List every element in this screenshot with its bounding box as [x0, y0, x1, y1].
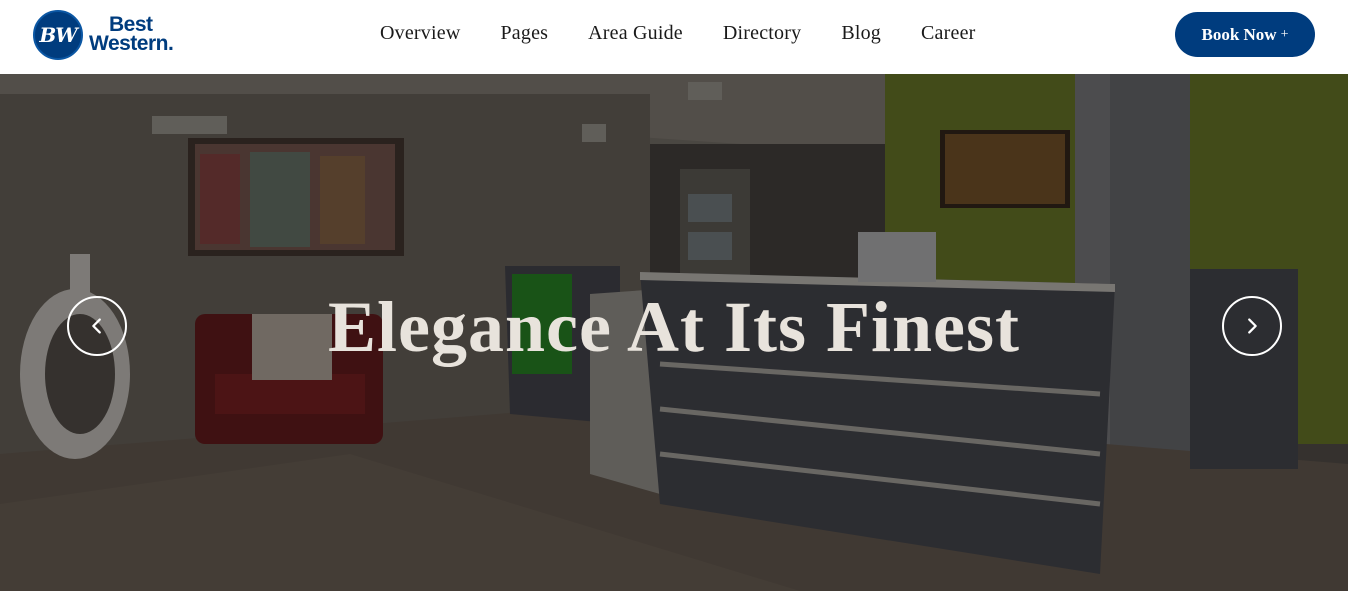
nav-directory[interactable]: Directory [723, 22, 801, 45]
nav-area-guide[interactable]: Area Guide [588, 22, 683, 45]
nav-pages[interactable]: Pages [500, 22, 548, 45]
slider-next-button[interactable] [1222, 296, 1282, 356]
hero-slider: Elegance At Its Finest [0, 74, 1348, 591]
hero-title: Elegance At Its Finest [328, 287, 1020, 367]
logo-wordmark: Best Western. [89, 14, 174, 55]
chevron-right-icon [1248, 318, 1257, 334]
nav-overview[interactable]: Overview [380, 22, 460, 45]
nav-career[interactable]: Career [921, 22, 976, 45]
logo-mark: BW [39, 23, 77, 47]
book-now-button[interactable]: Book Now + [1175, 12, 1315, 57]
nav-blog[interactable]: Blog [841, 22, 881, 45]
slider-prev-button[interactable] [67, 296, 127, 356]
logo[interactable]: BW Best Western. [33, 10, 193, 60]
logo-text-line2: Western. [89, 32, 174, 55]
site-header: BW Best Western. Overview Pages Area Gui… [0, 0, 1348, 74]
book-now-label: Book Now [1201, 24, 1277, 44]
logo-badge: BW [33, 10, 83, 60]
main-nav: Overview Pages Area Guide Directory Blog… [380, 22, 976, 45]
chevron-left-icon [92, 318, 101, 334]
plus-icon: + [1280, 26, 1289, 42]
